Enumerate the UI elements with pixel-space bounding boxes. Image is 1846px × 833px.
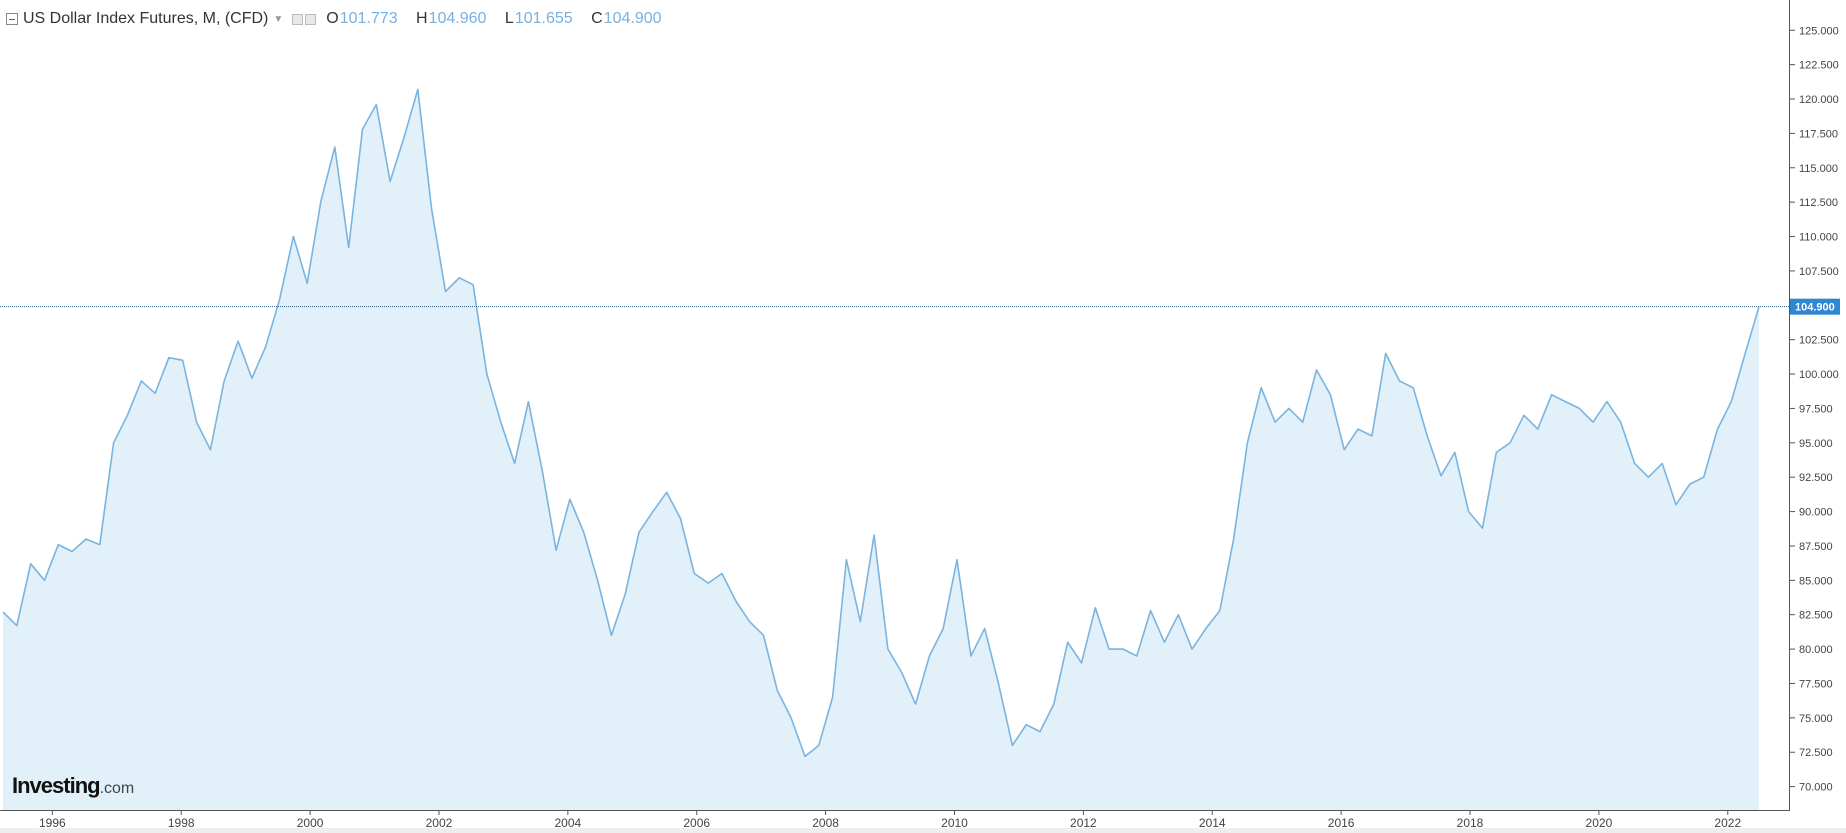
series-area-fill — [3, 89, 1759, 810]
x-tick-label: 2008 — [812, 816, 839, 830]
high-value: 104.960 — [428, 10, 487, 27]
brand-name: Investing — [12, 773, 101, 798]
x-tick-label: 2000 — [297, 816, 324, 830]
collapse-legend-icon[interactable] — [6, 13, 18, 25]
x-tick-label: 2020 — [1586, 816, 1613, 830]
dropdown-caret-icon[interactable]: ▼ — [273, 14, 283, 25]
brand-suffix: .com — [99, 780, 135, 797]
x-tick-label: 2012 — [1070, 816, 1097, 830]
low-value: 101.655 — [514, 10, 573, 27]
x-tick-label: 2006 — [683, 816, 710, 830]
y-tick-label: 95.000 — [1799, 438, 1833, 450]
low-key: L — [504, 10, 514, 27]
y-tick-label: 120.000 — [1799, 94, 1839, 106]
settings-icon[interactable] — [292, 13, 304, 25]
y-tick-label: 112.500 — [1799, 197, 1838, 209]
close-key: C — [591, 10, 603, 27]
y-tick-label: 85.000 — [1799, 575, 1833, 587]
instrument-title[interactable]: US Dollar Index Futures, M, (CFD) — [23, 10, 268, 28]
current-price-label: 104.900 — [1795, 302, 1835, 314]
y-tick-label: 75.000 — [1799, 713, 1833, 725]
x-tick-label: 1996 — [39, 816, 66, 830]
ohlc-readout: O101.773 H104.960 L101.655 C104.900 — [326, 10, 675, 28]
y-tick-label: 90.000 — [1799, 507, 1833, 519]
price-chart[interactable]: 70.000 72.500 75.000 77.500 80.000 82.500 85.0… — [0, 0, 1846, 833]
y-tick-label: 87.500 — [1799, 541, 1833, 553]
y-tick-label: 72.500 — [1799, 747, 1833, 759]
y-tick-label: 82.500 — [1799, 610, 1833, 622]
y-tick-label: 102.500 — [1799, 335, 1839, 347]
open-value: 101.773 — [339, 10, 398, 27]
y-tick-label: 70.000 — [1799, 782, 1833, 794]
y-tick-label: 100.000 — [1799, 369, 1839, 381]
open-key: O — [326, 10, 339, 27]
x-tick-label: 2014 — [1199, 816, 1226, 830]
remove-icon[interactable] — [305, 13, 317, 25]
y-tick-label: 110.000 — [1799, 232, 1838, 244]
x-tick-label: 1998 — [168, 816, 195, 830]
y-tick-label: 117.500 — [1799, 128, 1838, 140]
y-tick-label: 122.500 — [1799, 60, 1839, 72]
x-tick-label: 2018 — [1457, 816, 1484, 830]
investing-logo: Investing.com — [12, 773, 134, 799]
high-key: H — [416, 10, 428, 27]
chart-legend[interactable]: US Dollar Index Futures, M, (CFD) ▼ O101… — [6, 8, 676, 30]
x-tick-label: 2004 — [555, 816, 582, 830]
y-tick-label: 92.500 — [1799, 472, 1833, 484]
y-tick-label: 125.000 — [1799, 25, 1839, 37]
x-tick-label: 2016 — [1328, 816, 1355, 830]
y-tick-label: 77.500 — [1799, 678, 1833, 690]
x-tick-label: 2010 — [941, 816, 968, 830]
x-tick-label: 2002 — [426, 816, 453, 830]
y-tick-label: 107.500 — [1799, 266, 1839, 278]
y-tick-label: 97.500 — [1799, 403, 1833, 415]
close-value: 104.900 — [603, 10, 662, 27]
bottom-bar — [0, 828, 1846, 833]
y-tick-label: 80.000 — [1799, 644, 1833, 656]
x-tick-label: 2022 — [1714, 816, 1741, 830]
y-tick-label: 115.000 — [1799, 163, 1838, 175]
